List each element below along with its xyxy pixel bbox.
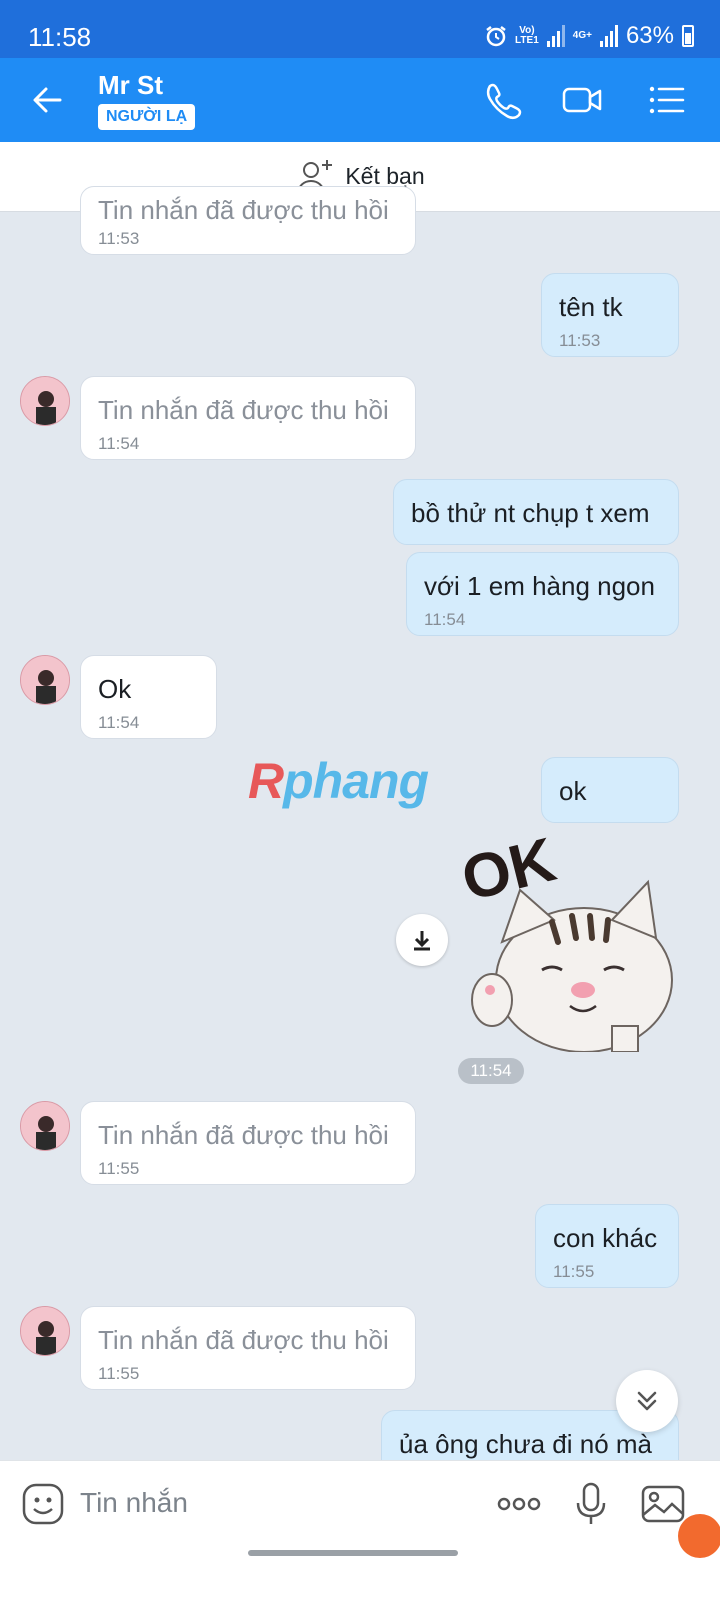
message-bubble-outgoing[interactable]: tên tk 11:53 (541, 273, 679, 357)
message-text: tên tk (559, 292, 623, 322)
message-bubble-incoming[interactable]: Ok 11:54 (80, 655, 217, 739)
battery-percent: 63% (625, 22, 674, 49)
message-bubble-incoming[interactable]: Tin nhắn đã được thu hồi 11:53 (80, 186, 416, 255)
message-text: với 1 em hàng ngon (424, 571, 655, 601)
message-bubble-outgoing[interactable]: con khác 11:55 (535, 1204, 679, 1288)
menu-list-icon[interactable] (644, 78, 688, 122)
watermark-logo: Rphang (248, 753, 429, 809)
message-time: 11:54 (424, 610, 466, 629)
status-time: 11:58 (28, 22, 92, 52)
scroll-to-bottom-button[interactable] (616, 1370, 678, 1432)
message-time: 11:55 (98, 1159, 140, 1178)
message-bubble-outgoing[interactable]: với 1 em hàng ngon 11:54 (406, 552, 679, 636)
message-text: Ok (98, 674, 132, 704)
avatar[interactable] (20, 655, 70, 705)
message-time: 11:54 (98, 434, 140, 453)
message-time: 11:53 (98, 229, 140, 248)
avatar[interactable] (20, 1306, 70, 1356)
avatar[interactable] (20, 376, 70, 426)
chat-header: Mr St NGƯỜI LẠ (0, 58, 720, 142)
message-input[interactable]: Tin nhắn (80, 1487, 188, 1519)
message-bubble-incoming[interactable]: Tin nhắn đã được thu hồi 11:54 (80, 376, 416, 460)
message-time: 11:53 (559, 331, 601, 350)
stranger-badge: NGƯỜI LẠ (98, 104, 196, 130)
message-text: ủa ông chưa đi nó mà (399, 1429, 653, 1459)
message-bubble-incoming[interactable]: Tin nhắn đã được thu hồi 11:55 (80, 1306, 416, 1390)
contact-name[interactable]: Mr St (98, 70, 163, 101)
video-call-icon[interactable] (560, 78, 604, 122)
download-icon (414, 931, 430, 951)
double-chevron-down-icon (637, 1391, 657, 1411)
message-text: con khác (553, 1223, 658, 1253)
floating-bubble-icon[interactable] (678, 1514, 720, 1558)
back-arrow-icon[interactable] (26, 78, 70, 122)
battery-icon (682, 25, 694, 47)
image-gallery-icon[interactable] (640, 1481, 686, 1527)
message-text: Tin nhắn đã được thu hồi (98, 195, 389, 225)
sticker-ok-text: OK (462, 830, 562, 915)
status-icons: Vo) LTE1 4G+ 63% (485, 22, 694, 50)
message-time: 11:55 (98, 1364, 140, 1383)
more-options-icon[interactable] (496, 1481, 542, 1527)
message-text: ok (559, 776, 587, 806)
emoji-icon[interactable] (20, 1481, 66, 1527)
message-text: Tin nhắn đã được thu hồi (98, 395, 389, 425)
alarm-icon (486, 26, 506, 47)
avatar[interactable] (20, 1101, 70, 1151)
message-bubble-outgoing[interactable]: ok (541, 757, 679, 823)
message-text: Tin nhắn đã được thu hồi (98, 1120, 389, 1150)
message-time: 11:55 (553, 1262, 595, 1281)
message-bubble-outgoing[interactable]: bồ thử nt chụp t xem (393, 479, 679, 545)
phone-icon[interactable] (480, 78, 524, 122)
network-label: 4G+ (572, 30, 592, 41)
signal-icon-2 (599, 25, 618, 47)
signal-icon (546, 25, 565, 47)
download-button[interactable] (396, 914, 448, 966)
microphone-icon[interactable] (568, 1481, 614, 1527)
sticker-time: 11:54 (458, 1058, 524, 1084)
status-bar: 11:58 Vo) LTE1 4G+ 63% (0, 0, 720, 58)
message-text: Tin nhắn đã được thu hồi (98, 1325, 389, 1355)
message-text: bồ thử nt chụp t xem (411, 498, 650, 528)
cat-ok-sticker[interactable]: OK (462, 830, 680, 1052)
message-time: 11:54 (98, 713, 140, 732)
volte-label: Vo) LTE1 (515, 25, 539, 46)
home-indicator[interactable] (248, 1550, 458, 1556)
message-input-bar: Tin nhắn (0, 1460, 720, 1600)
message-bubble-incoming[interactable]: Tin nhắn đã được thu hồi 11:55 (80, 1101, 416, 1185)
